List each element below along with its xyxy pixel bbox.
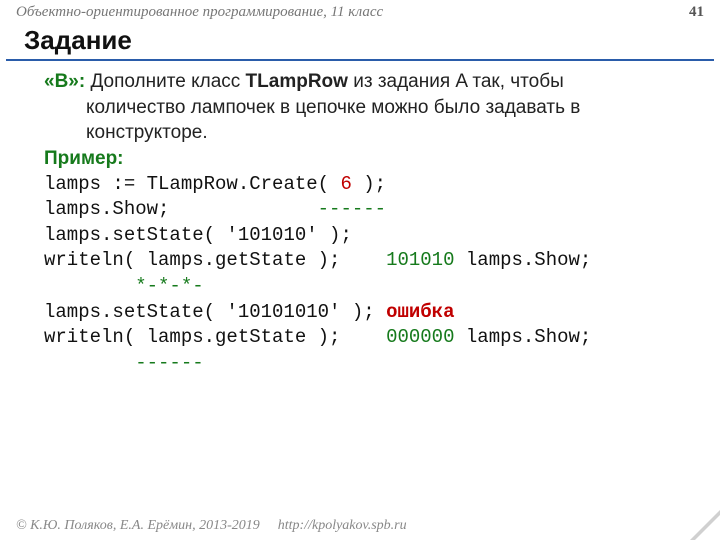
task-text-2: из задания A так, чтобы (348, 71, 564, 92)
task-text-1: Дополните класс (85, 71, 245, 92)
task-block: «B»: Дополните класс TLampRow из задания… (44, 69, 686, 146)
code-l3: lamps.setState( '101010' ); (44, 224, 352, 246)
code-l4-out: 101010 (386, 249, 454, 271)
code-block: lamps := TLampRow.Create( 6 ); lamps.Sho… (44, 172, 686, 377)
code-l6-err: ошибка (386, 301, 454, 323)
code-l7a: writeln( lamps.getState ); (44, 326, 386, 348)
page-number: 41 (689, 4, 704, 21)
code-l2-out: ------ (318, 198, 386, 220)
code-l4c: lamps.Show; (454, 249, 591, 271)
footer: © К.Ю. Поляков, Е.А. Ерёмин, 2013-2019 h… (16, 518, 407, 534)
example-colon: : (117, 148, 123, 169)
code-l2a: lamps.Show; (44, 198, 318, 220)
code-l1-num: 6 (340, 173, 351, 195)
content-area: «B»: Дополните класс TLampRow из задания… (0, 69, 720, 377)
task-classname: TLampRow (246, 71, 348, 92)
example-line: Пример: (44, 146, 686, 172)
code-l7c: lamps.Show; (454, 326, 591, 348)
footer-link: http://kpolyakov.spb.ru (278, 518, 407, 534)
subject-text: Объектно-ориентированное программировани… (16, 4, 383, 21)
task-cont-2: конструкторе. (86, 120, 686, 146)
code-l8-out: ------ (44, 352, 204, 374)
code-l4a: writeln( lamps.getState ); (44, 249, 386, 271)
code-l1a: lamps := TLampRow.Create( (44, 173, 340, 195)
code-l7-out: 000000 (386, 326, 454, 348)
code-l1b: ); (352, 173, 386, 195)
task-label: «B»: (44, 71, 85, 92)
code-l6a: lamps.setState( '10101010' ); (44, 301, 386, 323)
footer-copyright: © К.Ю. Поляков, Е.А. Ерёмин, 2013-2019 (16, 518, 260, 534)
code-l5-out: *-*-*- (44, 275, 204, 297)
page-title: Задание (6, 23, 714, 61)
slide-header: Объектно-ориентированное программировани… (0, 0, 720, 23)
example-label: Пример (44, 148, 117, 169)
page-corner-icon (690, 510, 720, 540)
task-cont-1: количество лампочек в цепочке можно было… (86, 95, 686, 121)
